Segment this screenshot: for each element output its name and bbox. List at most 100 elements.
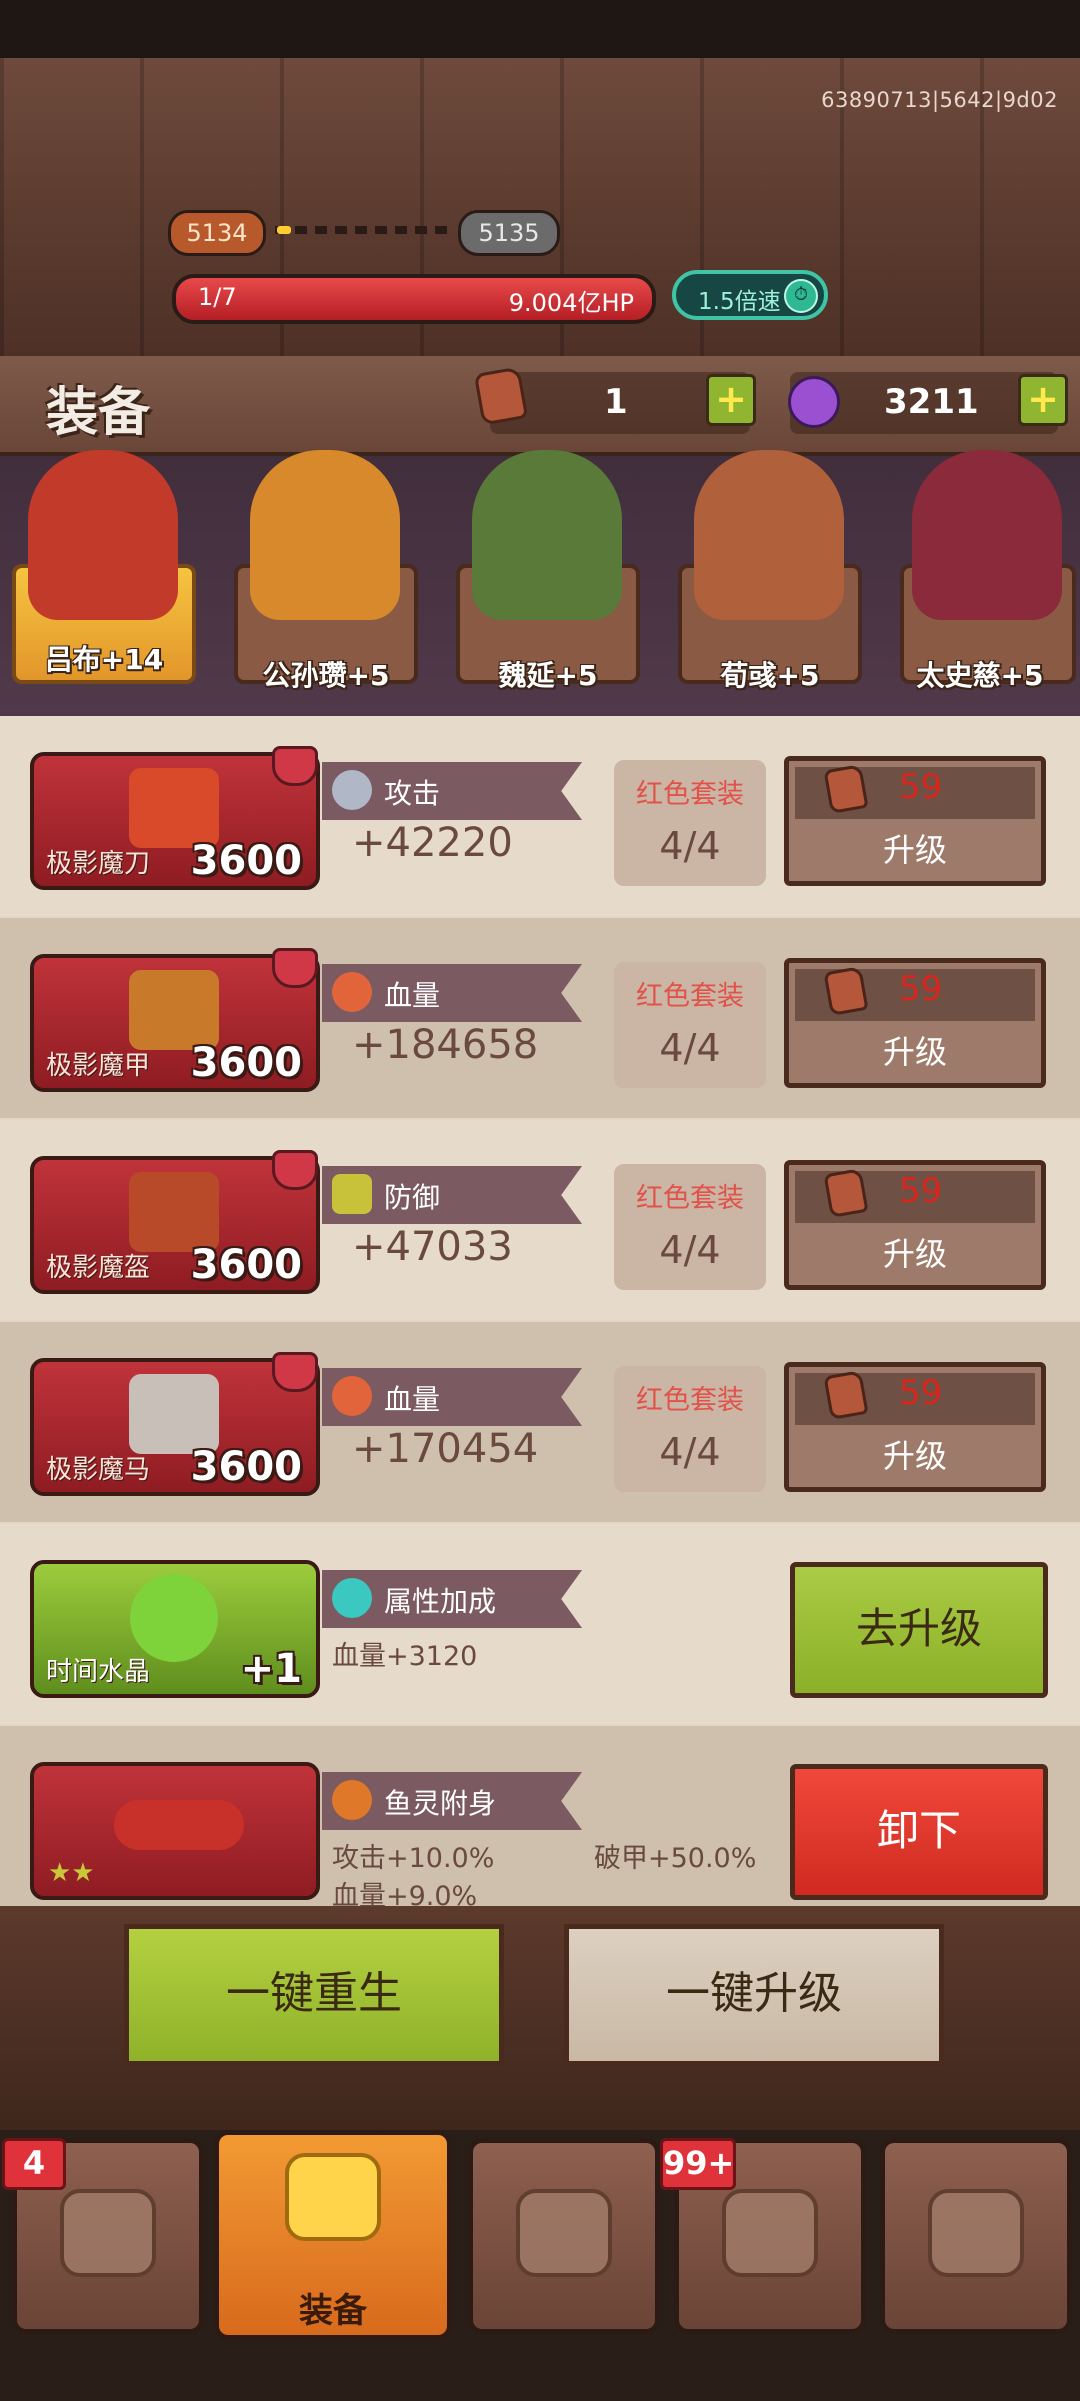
status-bar bbox=[0, 0, 1080, 58]
set-count: 4/4 bbox=[659, 824, 721, 868]
stat-label: 属性加成 bbox=[384, 1585, 497, 1618]
chest-icon bbox=[722, 2189, 818, 2277]
helmet-icon bbox=[129, 1172, 219, 1252]
upgrade-cost: 59 bbox=[899, 1373, 943, 1413]
armor-icon bbox=[285, 2153, 381, 2241]
upgrade-all-button[interactable]: 一键升级 bbox=[564, 1924, 944, 2066]
crystal-bonus: 血量+3120 bbox=[332, 1641, 478, 1672]
star-rating: ★★ bbox=[48, 1858, 95, 1888]
red-set-badge-icon bbox=[272, 948, 318, 988]
upgrade-button[interactable]: 59 升级 bbox=[784, 1160, 1046, 1290]
stat-value: +42220 bbox=[352, 820, 513, 866]
rebirth-all-button[interactable]: 一键重生 bbox=[124, 1924, 504, 2066]
upgrade-button[interactable]: 59 升级 bbox=[784, 958, 1046, 1088]
equipment-title: 装备 bbox=[46, 383, 151, 443]
level-progress-fill bbox=[277, 226, 291, 234]
upgrade-cost: 59 bbox=[899, 767, 943, 807]
upgrade-button[interactable]: 59 升级 bbox=[784, 1362, 1046, 1492]
nav-badge: 4 bbox=[2, 2138, 66, 2190]
upgrade-cost: 59 bbox=[899, 1171, 943, 1211]
upgrade-label: 升级 bbox=[882, 1437, 947, 1475]
crystal-slot[interactable]: 时间水晶 +1 bbox=[30, 1560, 320, 1698]
hero-portrait-lubu bbox=[28, 450, 178, 620]
nav-label: 装备 bbox=[299, 2291, 367, 2331]
sword-icon bbox=[332, 770, 372, 810]
upgrade-cost: 59 bbox=[899, 969, 943, 1009]
wave-counter: 1/7 bbox=[198, 283, 237, 311]
upgrade-stone-icon bbox=[823, 1168, 869, 1218]
attribute-icon bbox=[332, 1578, 372, 1618]
speedometer-icon: ⏱ bbox=[784, 279, 818, 313]
nav-tab-equipment[interactable]: 装备 bbox=[214, 2130, 452, 2340]
hero-name-weiyan: 魏延+5 bbox=[498, 659, 598, 692]
item-name: 极影魔马 bbox=[46, 1455, 151, 1485]
nav-tab-scroll[interactable] bbox=[880, 2138, 1072, 2334]
next-level: 5135 bbox=[458, 210, 560, 256]
item-level: 3600 bbox=[190, 1242, 302, 1288]
stat-value: +184658 bbox=[352, 1022, 539, 1068]
stat-value: +47033 bbox=[352, 1224, 513, 1270]
stat-label: 鱼灵附身 bbox=[384, 1787, 497, 1820]
speed-label: 1.5倍速 bbox=[698, 289, 781, 315]
scroll-icon bbox=[928, 2189, 1024, 2277]
stone-count: 1 bbox=[604, 382, 628, 422]
upgrade-stone-icon bbox=[823, 1370, 869, 1420]
fish-slot[interactable]: ★★ bbox=[30, 1762, 320, 1900]
upgrade-stone-icon bbox=[823, 966, 869, 1016]
speed-button[interactable]: 1.5倍速 ⏱ bbox=[672, 270, 828, 320]
current-level: 5134 bbox=[168, 210, 266, 256]
item-level: 3600 bbox=[190, 838, 302, 884]
stat-label: 血量 bbox=[384, 979, 441, 1012]
shield-icon bbox=[332, 1174, 372, 1214]
upgrade-stone-icon bbox=[473, 366, 529, 426]
crystal-level: +1 bbox=[240, 1646, 302, 1692]
build-id: 63890713|5642|9d02 bbox=[821, 88, 1058, 112]
purple-gem-icon bbox=[788, 376, 840, 428]
nav-tab-beast[interactable] bbox=[468, 2138, 660, 2334]
hero-name-taishici: 太史慈+5 bbox=[916, 659, 1044, 692]
fish-pierce: 破甲+50.0% bbox=[594, 1843, 757, 1874]
add-stone-button[interactable]: + bbox=[706, 374, 756, 426]
fish-spirit-icon bbox=[332, 1780, 372, 1820]
stat-label: 防御 bbox=[384, 1181, 441, 1214]
fish-attack: 攻击+10.0% bbox=[332, 1843, 495, 1874]
armor-icon bbox=[129, 970, 219, 1050]
hero-portrait-gongsunzan bbox=[250, 450, 400, 620]
blood-drop-icon bbox=[332, 972, 372, 1012]
red-set-badge-icon bbox=[272, 1150, 318, 1190]
skull-icon bbox=[516, 2189, 612, 2277]
set-title: 红色套装 bbox=[636, 1385, 744, 1416]
hero-portrait-weiyan bbox=[472, 450, 622, 620]
item-name: 极影魔刀 bbox=[46, 849, 151, 879]
boss-hp-value: 9.004亿HP bbox=[508, 289, 634, 317]
upgrade-button[interactable]: 59 升级 bbox=[784, 756, 1046, 886]
hero-name-xunyu: 荀彧+5 bbox=[720, 659, 820, 692]
upgrade-label: 升级 bbox=[882, 1235, 947, 1273]
stat-label: 血量 bbox=[384, 1383, 441, 1416]
item-level: 3600 bbox=[190, 1040, 302, 1086]
go-upgrade-button[interactable]: 去升级 bbox=[790, 1562, 1048, 1698]
set-title: 红色套装 bbox=[636, 981, 744, 1012]
horse-icon bbox=[129, 1374, 219, 1454]
nav-badge: 99+ bbox=[660, 2138, 736, 2190]
blood-drop-icon bbox=[332, 1376, 372, 1416]
add-gem-button[interactable]: + bbox=[1018, 374, 1068, 426]
item-name: 极影魔盔 bbox=[46, 1253, 151, 1283]
crystal-name: 时间水晶 bbox=[46, 1657, 151, 1687]
fish-icon bbox=[114, 1800, 244, 1850]
item-name: 极影魔甲 bbox=[46, 1051, 151, 1081]
helmet-icon bbox=[60, 2189, 156, 2277]
hero-name-lubu: 吕布+14 bbox=[44, 643, 164, 676]
red-set-badge-icon bbox=[272, 1352, 318, 1392]
stat-label: 攻击 bbox=[384, 777, 441, 810]
stat-value: +170454 bbox=[352, 1426, 539, 1472]
unload-button[interactable]: 卸下 bbox=[790, 1764, 1048, 1900]
set-count: 4/4 bbox=[659, 1026, 721, 1070]
set-count: 4/4 bbox=[659, 1228, 721, 1272]
blade-icon bbox=[129, 768, 219, 848]
leaf-crystal-icon bbox=[130, 1574, 218, 1662]
set-title: 红色套装 bbox=[636, 779, 744, 810]
boss-hp-bar: 1/7 9.004亿HP bbox=[172, 274, 656, 324]
red-set-badge-icon bbox=[272, 746, 318, 786]
hero-portrait-taishici bbox=[912, 450, 1062, 620]
